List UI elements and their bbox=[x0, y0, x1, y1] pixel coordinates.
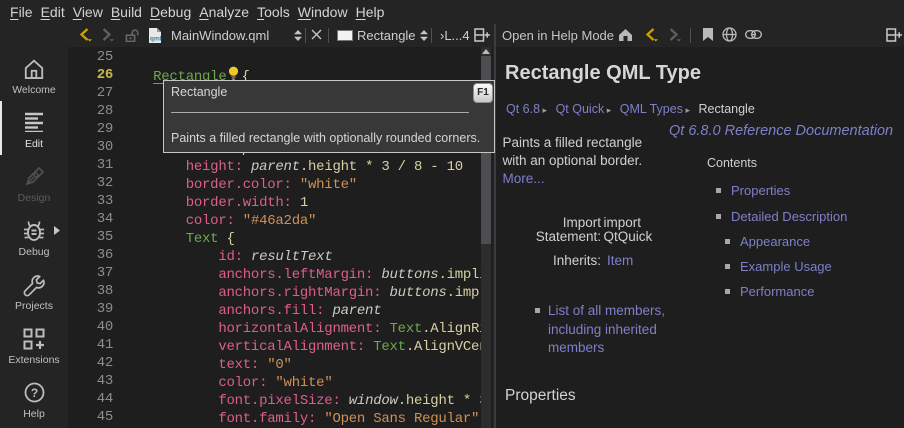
svg-text:?: ? bbox=[30, 386, 37, 400]
svg-text:qml: qml bbox=[150, 36, 162, 43]
